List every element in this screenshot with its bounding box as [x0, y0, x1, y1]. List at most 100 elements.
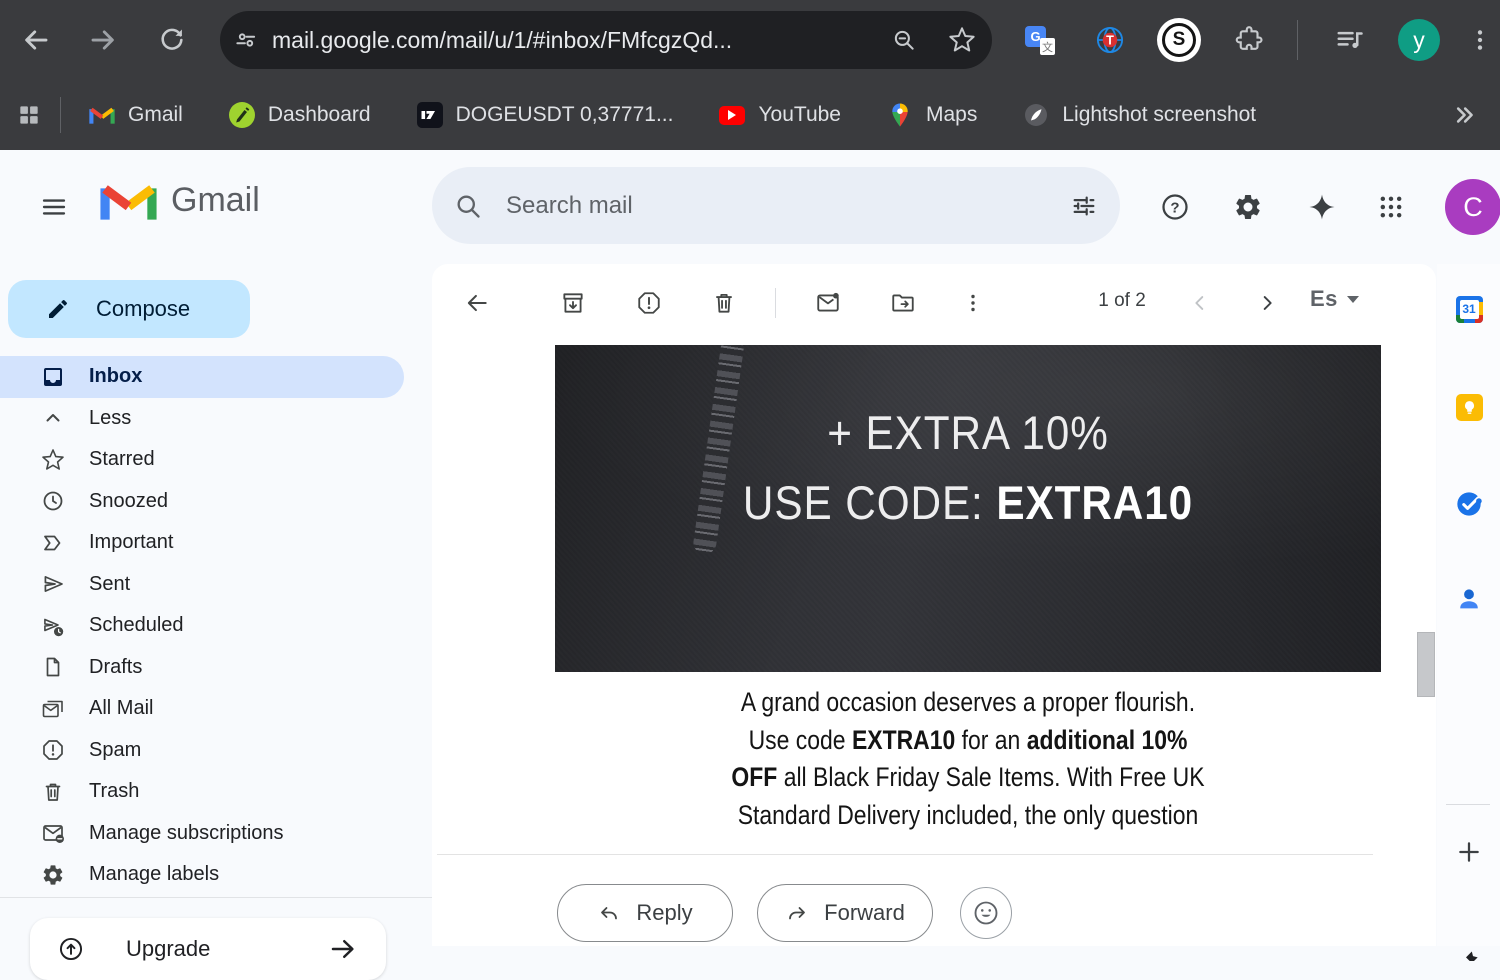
- compose-button[interactable]: Compose: [8, 280, 250, 338]
- sidebar-item-snoozed[interactable]: Snoozed: [0, 481, 432, 523]
- search-input[interactable]: [506, 191, 1070, 220]
- sidebar-nav: Inbox Less Starred Snoozed Important Sen…: [0, 356, 432, 896]
- sidebar-item-spam[interactable]: Spam: [0, 730, 432, 772]
- email-body-text: A grand occasion deserves a proper flour…: [555, 684, 1381, 834]
- bookmark-youtube[interactable]: YouTube: [719, 102, 841, 128]
- site-settings-icon[interactable]: [220, 27, 272, 53]
- delete-icon[interactable]: [700, 279, 748, 327]
- stacked-mail-icon: [42, 700, 63, 718]
- scrollbar-thumb[interactable]: [1417, 632, 1435, 697]
- archive-icon[interactable]: [549, 279, 597, 327]
- reply-button[interactable]: Reply: [557, 884, 733, 942]
- settings-gear-icon[interactable]: [1224, 183, 1272, 231]
- more-bookmarks-chevron-icon[interactable]: [1450, 101, 1478, 129]
- gmail-logo[interactable]: Gmail: [100, 178, 260, 223]
- send-icon: [44, 576, 63, 593]
- gemini-sparkle-icon[interactable]: [1298, 183, 1346, 231]
- bookmark-star-icon[interactable]: [932, 26, 992, 54]
- apps-grid-icon[interactable]: [16, 102, 42, 128]
- back-to-inbox-icon[interactable]: [453, 279, 501, 327]
- get-addons-plus-icon[interactable]: [1454, 837, 1484, 867]
- tasks-icon[interactable]: [1454, 489, 1484, 519]
- collapse-panel-arrow-icon[interactable]: [1454, 936, 1484, 966]
- older-email-icon[interactable]: [1243, 279, 1291, 327]
- reload-icon: [161, 28, 183, 50]
- bookmarks-separator: [60, 97, 61, 133]
- emoji-reaction-button[interactable]: [960, 887, 1012, 939]
- upgrade-label: Upgrade: [126, 936, 211, 961]
- side-panel-divider: [1446, 804, 1490, 805]
- bookmarks-bar: Gmail Dashboard DOGEUSDT 0,37771... YouT…: [0, 80, 1500, 150]
- forward-arrow-icon: [789, 907, 806, 920]
- star-icon: [42, 448, 64, 470]
- browser-menu-icon[interactable]: [1456, 16, 1500, 64]
- gmail-favicon: [89, 102, 115, 128]
- sidebar-item-inbox[interactable]: Inbox: [0, 356, 404, 398]
- browser-toolbar: mail.google.com/mail/u/1/#inbox/FMfcgzQd…: [0, 0, 1500, 80]
- back-button[interactable]: [8, 12, 64, 68]
- calendar-icon[interactable]: 31: [1454, 294, 1484, 324]
- gmail-logo-icon: [100, 185, 157, 220]
- chevron-down-icon: [1346, 295, 1359, 303]
- sidebar-item-all-mail[interactable]: All Mail: [0, 688, 432, 730]
- bookmark-dashboard[interactable]: Dashboard: [228, 102, 371, 128]
- sidebar-item-scheduled[interactable]: Scheduled: [0, 605, 432, 647]
- help-button[interactable]: ?: [1151, 183, 1199, 231]
- s-extension-icon[interactable]: S: [1155, 16, 1203, 64]
- bookmark-gmail[interactable]: Gmail: [89, 102, 183, 128]
- reply-actions: Reply Forward: [432, 884, 1436, 946]
- more-options-icon[interactable]: [949, 279, 997, 327]
- sidebar-item-manage-subscriptions[interactable]: Manage subscriptions: [0, 813, 432, 855]
- url-text[interactable]: mail.google.com/mail/u/1/#inbox/FMfcgzQd…: [272, 27, 876, 54]
- main-menu-icon[interactable]: [31, 184, 77, 230]
- search-bar[interactable]: [432, 167, 1120, 244]
- contacts-icon[interactable]: [1454, 584, 1484, 614]
- search-options-icon[interactable]: [1070, 192, 1098, 220]
- sidebar-item-important[interactable]: Important: [0, 522, 432, 564]
- upgrade-forward-icon: [331, 940, 354, 958]
- media-playlist-icon[interactable]: [1326, 16, 1374, 64]
- forward-button[interactable]: Forward: [757, 884, 933, 942]
- pagination-status: 1 of 2: [1098, 290, 1146, 311]
- bookmark-maps[interactable]: Maps: [887, 102, 977, 128]
- clock-icon: [43, 491, 63, 511]
- translate-extension-icon[interactable]: G 文: [1016, 16, 1064, 64]
- sidebar-item-trash[interactable]: Trash: [0, 771, 432, 813]
- sidebar-item-drafts[interactable]: Drafts: [0, 647, 432, 689]
- bookmark-tradingview[interactable]: DOGEUSDT 0,37771...: [416, 102, 673, 128]
- forward-button[interactable]: [75, 12, 131, 68]
- svg-text:T: T: [1106, 34, 1114, 48]
- google-apps-icon[interactable]: [1367, 183, 1415, 231]
- newer-email-icon[interactable]: [1176, 279, 1224, 327]
- back-icon: [25, 30, 48, 50]
- compose-label: Compose: [96, 296, 191, 321]
- unsubscribe-icon: [43, 825, 64, 844]
- sidebar-item-manage-labels[interactable]: Manage labels: [0, 854, 432, 896]
- sidebar-item-less[interactable]: Less: [0, 398, 432, 440]
- input-language-selector[interactable]: Es: [1310, 286, 1359, 312]
- report-spam-icon[interactable]: [625, 279, 673, 327]
- email-fold-divider: [437, 854, 1373, 855]
- sidebar-item-sent[interactable]: Sent: [0, 564, 432, 606]
- reload-button[interactable]: [144, 12, 200, 68]
- upgrade-button[interactable]: Upgrade: [30, 918, 386, 980]
- gmail-profile-avatar[interactable]: C: [1445, 179, 1500, 235]
- promo-code: EXTRA10: [996, 476, 1194, 529]
- upgrade-arrow-icon: [59, 937, 83, 961]
- extensions-puzzle-icon[interactable]: [1225, 16, 1273, 64]
- keep-icon[interactable]: [1454, 392, 1484, 422]
- inbox-icon: [44, 367, 62, 386]
- move-to-icon[interactable]: [879, 279, 927, 327]
- zoom-icon[interactable]: [876, 27, 932, 53]
- body-line-1: A grand occasion deserves a proper flour…: [740, 687, 1196, 717]
- toolbar-separator: [1297, 20, 1298, 60]
- sidebar-item-starred[interactable]: Starred: [0, 439, 432, 481]
- toolbar-divider: [775, 288, 776, 318]
- bookmark-lightshot[interactable]: Lightshot screenshot: [1023, 102, 1256, 128]
- browser-profile-avatar[interactable]: y: [1398, 19, 1440, 61]
- promo-image[interactable]: + EXTRA 10% USE CODE: EXTRA10: [555, 345, 1381, 672]
- mark-unread-icon[interactable]: [804, 279, 852, 327]
- globe-t-extension-icon[interactable]: T: [1086, 16, 1134, 64]
- url-bar[interactable]: mail.google.com/mail/u/1/#inbox/FMfcgzQd…: [220, 11, 992, 69]
- lightshot-favicon: [1023, 102, 1049, 128]
